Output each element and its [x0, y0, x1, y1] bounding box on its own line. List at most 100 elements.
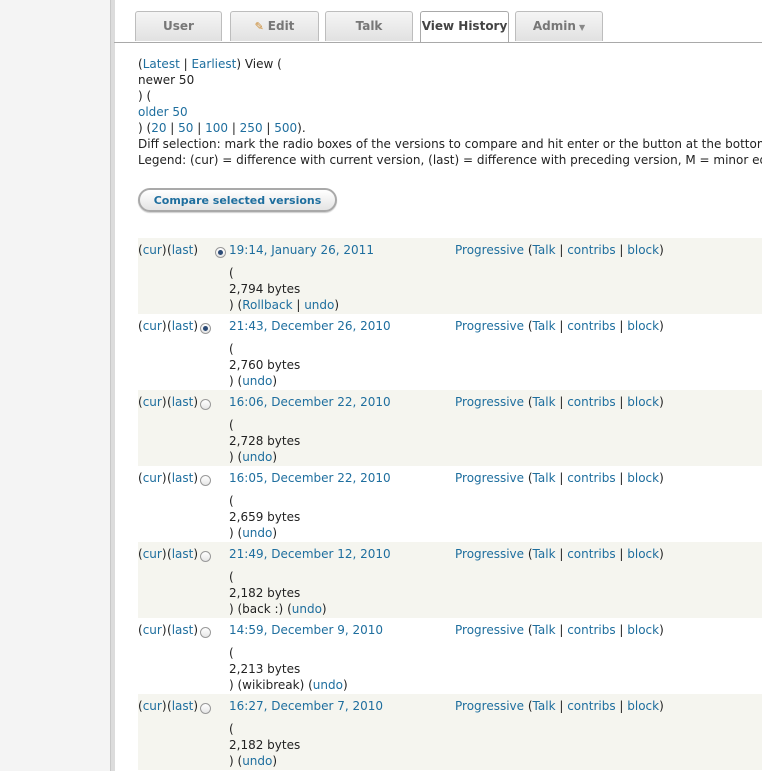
last-diff-link[interactable]: last	[172, 471, 194, 485]
tab-edit[interactable]: ✎ Edit	[230, 11, 319, 41]
tab-admin-label: Admin	[532, 19, 576, 33]
limit-50-link[interactable]: 50	[178, 121, 193, 135]
revision-size: 2,794 bytes	[229, 282, 301, 296]
tab-talk[interactable]: Talk	[325, 11, 413, 41]
revision-user: Progressive (Talk | contribs | block)	[455, 395, 664, 409]
undo-link[interactable]: undo	[304, 298, 334, 312]
undo-link[interactable]: undo	[313, 678, 343, 692]
user-block-link[interactable]: block	[627, 547, 659, 561]
revision-details: (2,182 bytes) (undo)	[229, 722, 301, 768]
last-diff: (last)	[167, 623, 199, 637]
user-contribs-link[interactable]: contribs	[567, 547, 615, 561]
cur-diff-link[interactable]: cur	[143, 395, 162, 409]
user-contribs-link[interactable]: contribs	[567, 395, 615, 409]
limit-500-link[interactable]: 500	[274, 121, 297, 135]
user-talk-link[interactable]: Talk	[533, 243, 556, 257]
last-diff-link[interactable]: last	[172, 623, 194, 637]
tab-edit-label: Edit	[267, 19, 295, 33]
rollback-link[interactable]: Rollback	[242, 298, 292, 312]
revision-size: 2,182 bytes	[229, 586, 301, 600]
undo-link[interactable]: undo	[242, 374, 272, 388]
compare-radio[interactable]	[200, 399, 211, 410]
latest-link[interactable]: Latest	[143, 57, 180, 71]
tab-view-history[interactable]: View History	[420, 11, 509, 42]
limit-100-link[interactable]: 100	[205, 121, 228, 135]
user-talk-link[interactable]: Talk	[533, 547, 556, 561]
user-block-link[interactable]: block	[627, 623, 659, 637]
compare-radio[interactable]	[200, 323, 211, 334]
user-block-link[interactable]: block	[627, 319, 659, 333]
revision-user: Progressive (Talk | contribs | block)	[455, 471, 664, 485]
user-link[interactable]: Progressive	[455, 243, 524, 257]
user-link[interactable]: Progressive	[455, 547, 524, 561]
user-talk-link[interactable]: Talk	[533, 699, 556, 713]
user-link[interactable]: Progressive	[455, 471, 524, 485]
user-link[interactable]: Progressive	[455, 623, 524, 637]
last-diff-link[interactable]: last	[172, 699, 194, 713]
page-tabs: User ✎ Edit Talk View History Admin ▼	[114, 0, 762, 43]
revision-date-link[interactable]: 16:27, December 7, 2010	[229, 699, 383, 713]
user-contribs-link[interactable]: contribs	[567, 243, 615, 257]
paren-separator: ) (	[138, 89, 152, 103]
history-intro: (Latest | Earliest) View ( newer 50 ) ( …	[138, 56, 762, 168]
user-link[interactable]: Progressive	[455, 699, 524, 713]
cur-diff-link[interactable]: cur	[143, 623, 162, 637]
compare-radio[interactable]	[200, 627, 211, 638]
user-talk-link[interactable]: Talk	[533, 395, 556, 409]
revision-date-link[interactable]: 21:43, December 26, 2010	[229, 319, 391, 333]
user-contribs-link[interactable]: contribs	[567, 623, 615, 637]
user-block-link[interactable]: block	[627, 699, 659, 713]
earliest-link[interactable]: Earliest	[191, 57, 236, 71]
user-block-link[interactable]: block	[627, 471, 659, 485]
user-block-link[interactable]: block	[627, 395, 659, 409]
compare-radio[interactable]	[200, 551, 211, 562]
last-diff-link[interactable]: last	[172, 547, 194, 561]
revision-row: (cur) (last) 16:06, December 22, 2010 Progr…	[138, 390, 762, 466]
last-diff-link[interactable]: last	[172, 395, 194, 409]
undo-link[interactable]: undo	[242, 754, 272, 768]
compare-radio[interactable]	[200, 703, 211, 714]
revision-date-link[interactable]: 16:06, December 22, 2010	[229, 395, 391, 409]
cur-diff-link[interactable]: cur	[143, 547, 162, 561]
revision-date-link[interactable]: 16:05, December 22, 2010	[229, 471, 391, 485]
cur-diff-link[interactable]: cur	[143, 471, 162, 485]
user-talk-link[interactable]: Talk	[533, 623, 556, 637]
nav-line: (Latest | Earliest) View (	[138, 57, 282, 71]
user-contribs-link[interactable]: contribs	[567, 319, 615, 333]
revision-date-link[interactable]: 14:59, December 9, 2010	[229, 623, 383, 637]
revision-row: (cur) (last) 16:05, December 22, 2010 Progr…	[138, 466, 762, 542]
user-block-link[interactable]: block	[627, 243, 659, 257]
cur-diff-link[interactable]: cur	[143, 243, 162, 257]
cur-diff-link[interactable]: cur	[143, 699, 162, 713]
undo-link[interactable]: undo	[242, 450, 272, 464]
revision-size: 2,213 bytes	[229, 662, 301, 676]
limit-250-link[interactable]: 250	[240, 121, 263, 135]
revision-details: (2,213 bytes) (wikibreak) (undo)	[229, 646, 348, 692]
user-link[interactable]: Progressive	[455, 395, 524, 409]
revision-date-link[interactable]: 21:49, December 12, 2010	[229, 547, 391, 561]
user-link[interactable]: Progressive	[455, 319, 524, 333]
undo-link[interactable]: undo	[292, 602, 322, 616]
revision-user: Progressive (Talk | contribs | block)	[455, 623, 664, 637]
tab-user[interactable]: User	[135, 11, 222, 41]
revision-actions: ) (undo)	[229, 526, 278, 540]
older-link[interactable]: older 50	[138, 105, 188, 119]
compare-radio[interactable]	[200, 475, 211, 486]
undo-link[interactable]: undo	[242, 526, 272, 540]
last-diff-link[interactable]: last	[172, 243, 194, 257]
left-sidebar	[0, 0, 110, 771]
revision-date-link[interactable]: 19:14, January 26, 2011	[229, 243, 374, 257]
user-contribs-link[interactable]: contribs	[567, 471, 615, 485]
user-contribs-link[interactable]: contribs	[567, 699, 615, 713]
compare-versions-button[interactable]: Compare selected versions	[138, 188, 337, 212]
last-diff-link[interactable]: last	[172, 319, 194, 333]
user-talk-link[interactable]: Talk	[533, 319, 556, 333]
cur-diff-link[interactable]: cur	[143, 319, 162, 333]
cur-diff: (cur)	[138, 623, 167, 637]
compare-radio[interactable]	[215, 247, 226, 258]
revision-user: Progressive (Talk | contribs | block)	[455, 547, 664, 561]
tab-admin[interactable]: Admin ▼	[515, 11, 603, 41]
limit-20-link[interactable]: 20	[151, 121, 166, 135]
user-talk-link[interactable]: Talk	[533, 471, 556, 485]
revision-actions: ) (undo)	[229, 450, 278, 464]
